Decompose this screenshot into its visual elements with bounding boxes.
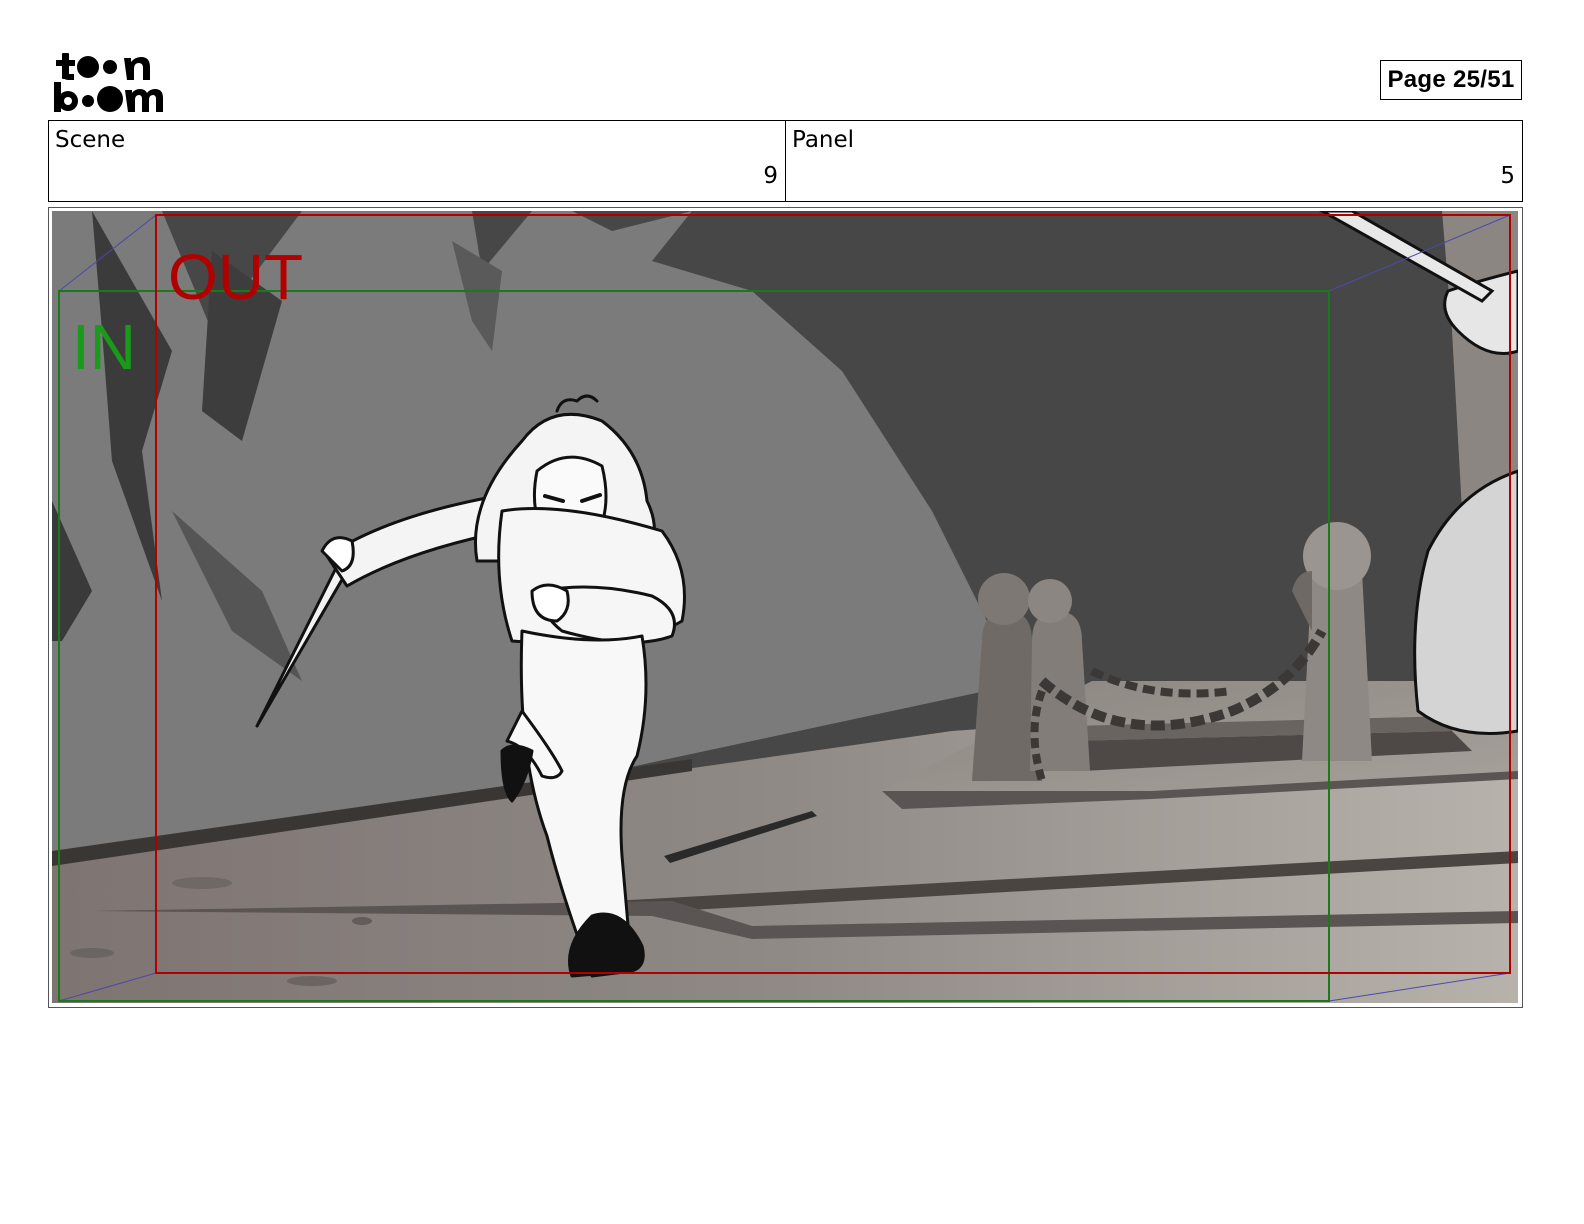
page-number-badge: Page 25/51 <box>1380 60 1522 100</box>
panel-value: 5 <box>1500 163 1515 189</box>
storyboard-panel: OUT IN <box>48 207 1523 1008</box>
scene-cell: Scene 9 <box>49 121 785 201</box>
ground-speck <box>352 917 372 925</box>
toonboom-logo-mark <box>54 53 163 112</box>
scene-panel-table: Scene 9 Panel 5 <box>48 120 1523 202</box>
scene-value: 9 <box>763 163 778 189</box>
panel-cell: Panel 5 <box>785 121 1522 201</box>
storyboard-panel-image: OUT IN <box>52 211 1518 1003</box>
out-frame-label: OUT <box>168 241 303 313</box>
ground-speck <box>287 976 337 986</box>
toonboom-logo <box>52 50 166 114</box>
in-frame-label: IN <box>72 311 136 383</box>
panel-artwork: OUT IN <box>52 211 1518 1003</box>
ground-speck <box>172 877 232 889</box>
scene-label: Scene <box>55 127 126 153</box>
ground-speck <box>70 948 114 958</box>
page-number-text: Page 25/51 <box>1387 66 1515 93</box>
panel-label: Panel <box>792 127 855 153</box>
